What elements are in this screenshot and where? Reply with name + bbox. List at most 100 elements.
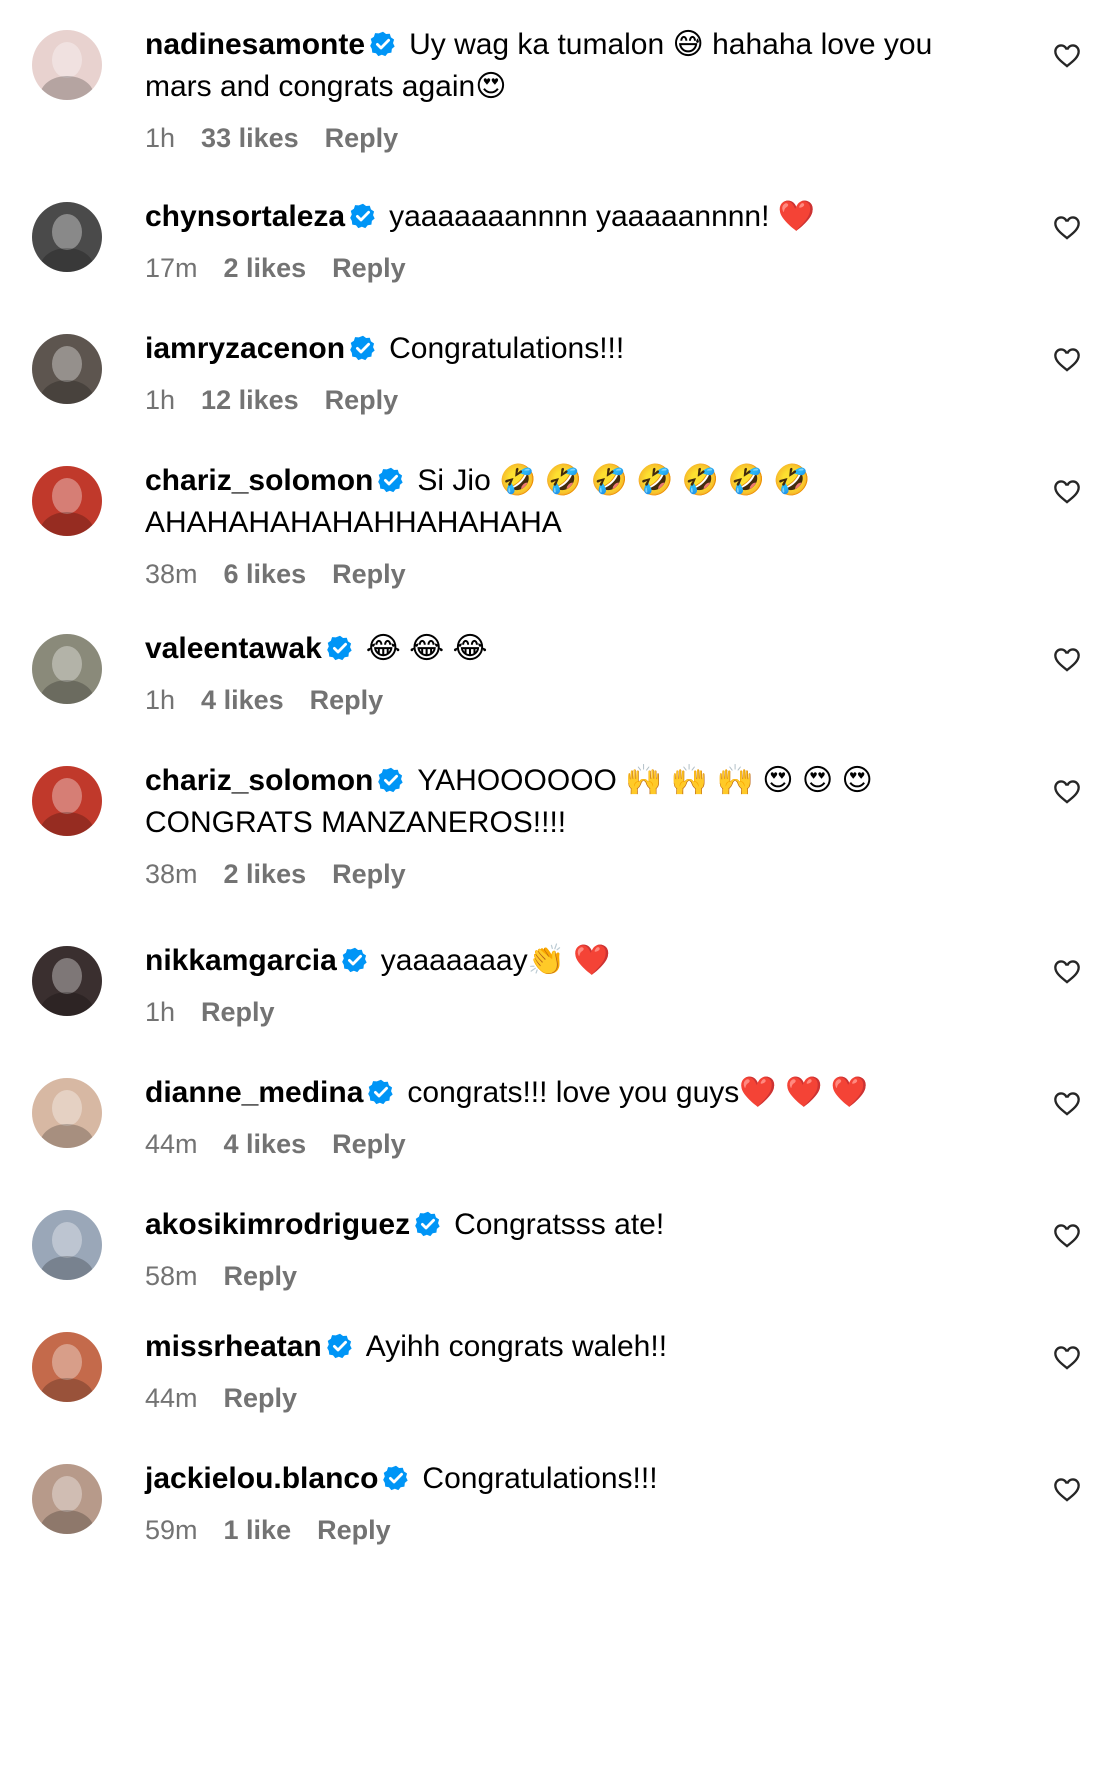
- verified-badge-icon: [378, 767, 404, 793]
- username[interactable]: nikkamgarcia: [145, 944, 337, 977]
- like-heart-icon[interactable]: [1053, 1344, 1081, 1370]
- timestamp: 38m: [145, 559, 198, 589]
- comment-meta: 44m Reply: [145, 1382, 975, 1414]
- avatar[interactable]: [32, 466, 102, 536]
- like-heart-icon[interactable]: [1053, 214, 1081, 240]
- comment-meta: 1h 33 likes Reply: [145, 122, 975, 154]
- avatar-face: [52, 958, 82, 994]
- avatar-face: [52, 1476, 82, 1512]
- reply-button[interactable]: Reply: [224, 1261, 298, 1291]
- timestamp: 44m: [145, 1129, 198, 1159]
- reply-button[interactable]: Reply: [310, 685, 384, 715]
- like-heart-icon[interactable]: [1053, 346, 1081, 372]
- comment-body: valeentawak 😂 😂 😂 1h 4 likes Reply: [145, 628, 975, 716]
- comment-text-block: chariz_solomon Si Jio 🤣 🤣 🤣 🤣 🤣 🤣 🤣 AHAHA…: [145, 460, 975, 544]
- avatar-shoulders: [40, 76, 94, 100]
- timestamp: 44m: [145, 1383, 198, 1413]
- avatar-face: [52, 1090, 82, 1126]
- likes-count[interactable]: 2 likes: [224, 253, 307, 283]
- verified-badge-icon: [370, 31, 395, 57]
- reply-button[interactable]: Reply: [317, 1515, 391, 1545]
- like-heart-icon[interactable]: [1053, 778, 1081, 804]
- comment-text: Congratulations!!!: [422, 1462, 658, 1495]
- username[interactable]: chariz_solomon: [145, 464, 373, 497]
- avatar[interactable]: [32, 946, 102, 1016]
- likes-count[interactable]: 2 likes: [224, 859, 307, 889]
- avatar[interactable]: [32, 1078, 102, 1148]
- likes-count[interactable]: 6 likes: [224, 559, 307, 589]
- username[interactable]: chynsortaleza: [145, 200, 345, 233]
- reply-button[interactable]: Reply: [332, 253, 406, 283]
- like-heart-icon[interactable]: [1053, 1090, 1081, 1116]
- like-heart-icon[interactable]: [1053, 1222, 1081, 1248]
- comment-text-block: chynsortaleza yaaaaaaannnn yaaaaannnn! ❤️: [145, 196, 975, 238]
- comment-body: missrheatan Ayihh congrats waleh!! 44m Repl…: [145, 1326, 975, 1414]
- like-heart-icon[interactable]: [1053, 478, 1081, 504]
- avatar[interactable]: [32, 634, 102, 704]
- comment-body: chariz_solomon YAHOOOOOO 🙌 🙌 🙌 😍 😍 😍 CONG…: [145, 760, 975, 890]
- username[interactable]: missrheatan: [145, 1330, 322, 1363]
- reply-button[interactable]: Reply: [325, 123, 399, 153]
- comment-meta: 1h 4 likes Reply: [145, 684, 975, 716]
- username[interactable]: nadinesamonte: [145, 28, 365, 61]
- avatar-shoulders: [40, 1378, 94, 1402]
- avatar-face: [52, 478, 82, 514]
- comment-meta: 1h 12 likes Reply: [145, 384, 975, 416]
- avatar-shoulders: [40, 380, 94, 404]
- like-heart-icon[interactable]: [1053, 646, 1081, 672]
- avatar-face: [52, 214, 82, 250]
- username[interactable]: akosikimrodriguez: [145, 1208, 410, 1241]
- verified-badge-icon: [326, 635, 352, 661]
- likes-count[interactable]: 4 likes: [224, 1129, 307, 1159]
- reply-button[interactable]: Reply: [201, 997, 275, 1027]
- avatar-face: [52, 646, 82, 682]
- likes-count[interactable]: 33 likes: [201, 123, 299, 153]
- verified-badge-icon: [341, 947, 367, 973]
- reply-button[interactable]: Reply: [332, 559, 406, 589]
- comment-text-block: nikkamgarcia yaaaaaaay👏 ❤️: [145, 940, 975, 982]
- username[interactable]: valeentawak: [145, 632, 322, 665]
- likes-count[interactable]: 1 like: [224, 1515, 292, 1545]
- avatar[interactable]: [32, 202, 102, 272]
- comment-text: Congratulations!!!: [389, 332, 625, 365]
- comment-body: nikkamgarcia yaaaaaaay👏 ❤️ 1h Reply: [145, 940, 975, 1028]
- likes-count[interactable]: 4 likes: [201, 685, 284, 715]
- timestamp: 59m: [145, 1515, 198, 1545]
- reply-button[interactable]: Reply: [332, 859, 406, 889]
- comment-body: chynsortaleza yaaaaaaannnn yaaaaannnn! ❤️…: [145, 196, 975, 284]
- reply-button[interactable]: Reply: [325, 385, 399, 415]
- avatar[interactable]: [32, 766, 102, 836]
- avatar[interactable]: [32, 1332, 102, 1402]
- username[interactable]: chariz_solomon: [145, 764, 373, 797]
- avatar[interactable]: [32, 1464, 102, 1534]
- avatar[interactable]: [32, 334, 102, 404]
- comment-meta: 17m 2 likes Reply: [145, 252, 975, 284]
- username[interactable]: iamryzacenon: [145, 332, 345, 365]
- comment-body: jackielou.blanco Congratulations!!! 59m 1 l…: [145, 1458, 975, 1546]
- like-heart-icon[interactable]: [1053, 958, 1081, 984]
- like-heart-icon[interactable]: [1053, 1476, 1081, 1502]
- comment-body: chariz_solomon Si Jio 🤣 🤣 🤣 🤣 🤣 🤣 🤣 AHAHA…: [145, 460, 975, 590]
- username[interactable]: jackielou.blanco: [145, 1462, 378, 1495]
- timestamp: 1h: [145, 123, 176, 153]
- verified-badge-icon: [350, 203, 375, 229]
- avatar-face: [52, 778, 82, 814]
- verified-badge-icon: [350, 335, 375, 361]
- reply-button[interactable]: Reply: [224, 1383, 298, 1413]
- like-heart-icon[interactable]: [1053, 42, 1081, 68]
- timestamp: 1h: [145, 997, 176, 1027]
- comment-meta: 1h Reply: [145, 996, 975, 1028]
- comment-meta: 38m 2 likes Reply: [145, 858, 975, 890]
- reply-button[interactable]: Reply: [332, 1129, 406, 1159]
- timestamp: 1h: [145, 385, 176, 415]
- comment-text-block: nadinesamonte Uy wag ka tumalon 😅 hahaha …: [145, 24, 975, 108]
- avatar[interactable]: [32, 1210, 102, 1280]
- comment-text: congrats!!! love you guys❤️ ❤️ ❤️: [407, 1076, 868, 1109]
- comment-meta: 44m 4 likes Reply: [145, 1128, 975, 1160]
- comment-text-block: chariz_solomon YAHOOOOOO 🙌 🙌 🙌 😍 😍 😍 CONG…: [145, 760, 975, 844]
- username[interactable]: dianne_medina: [145, 1076, 363, 1109]
- avatar[interactable]: [32, 30, 102, 100]
- verified-badge-icon: [415, 1211, 440, 1237]
- likes-count[interactable]: 12 likes: [201, 385, 299, 415]
- timestamp: 38m: [145, 859, 198, 889]
